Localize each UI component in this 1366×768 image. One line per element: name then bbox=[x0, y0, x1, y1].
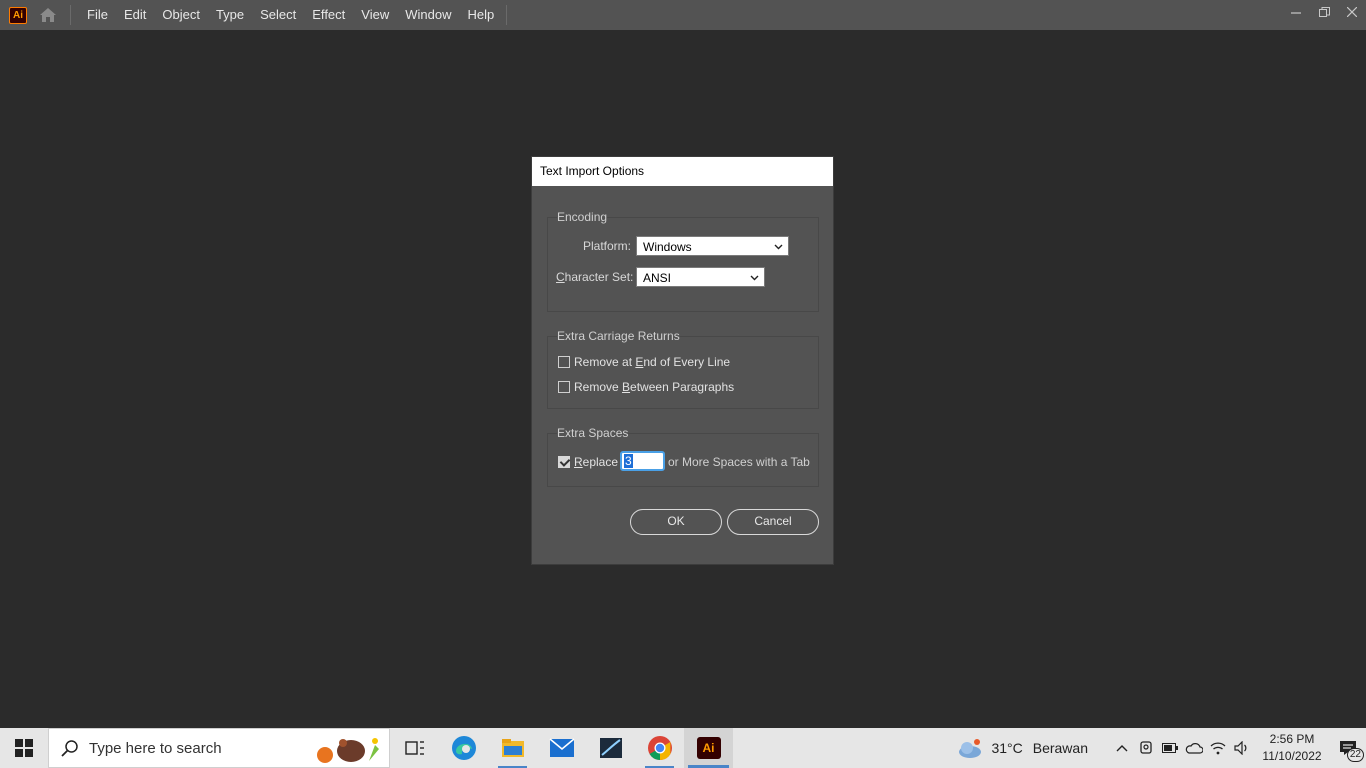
remove-between-paragraphs-checkbox[interactable] bbox=[558, 381, 570, 393]
search-placeholder: Type here to search bbox=[89, 739, 222, 757]
chevron-up-icon[interactable] bbox=[1110, 728, 1134, 768]
spaces-suffix-label: or More Spaces with a Tab bbox=[668, 455, 810, 469]
edge-browser-icon[interactable] bbox=[439, 728, 488, 768]
extra-spaces-group-label: Extra Spaces bbox=[557, 426, 629, 440]
system-tray: 31°C Berawan 2:56 PM 11/10/2022 22 bbox=[957, 728, 1366, 768]
illustrator-logo: Ai bbox=[696, 737, 721, 759]
file-explorer-icon[interactable] bbox=[488, 728, 537, 768]
notification-badge: 22 bbox=[1346, 748, 1364, 762]
chrome-icon[interactable] bbox=[635, 728, 684, 768]
ok-button[interactable]: OK bbox=[630, 509, 722, 535]
carriage-returns-group bbox=[547, 336, 819, 409]
windows-start-icon[interactable] bbox=[0, 728, 48, 768]
taskbar-search-box[interactable]: Type here to search bbox=[48, 728, 390, 768]
encoding-group bbox=[547, 217, 819, 312]
chevron-down-icon bbox=[750, 268, 759, 295]
replace-checkbox[interactable] bbox=[558, 456, 570, 468]
meet-now-icon[interactable] bbox=[1134, 728, 1158, 768]
system-clock[interactable]: 2:56 PM 11/10/2022 bbox=[1260, 731, 1324, 765]
search-highlight-icon bbox=[313, 735, 383, 765]
home-icon[interactable] bbox=[37, 4, 59, 26]
divider bbox=[70, 5, 71, 25]
menu-select[interactable]: Select bbox=[252, 0, 304, 30]
weather-description: Berawan bbox=[1032, 740, 1088, 756]
menu-object[interactable]: Object bbox=[154, 0, 208, 30]
character-set-label: Character Set: bbox=[556, 270, 634, 284]
mail-icon[interactable] bbox=[537, 728, 586, 768]
menu-view[interactable]: View bbox=[353, 0, 397, 30]
menu-edit[interactable]: Edit bbox=[116, 0, 154, 30]
dialog-title: Text Import Options bbox=[532, 157, 833, 186]
remove-end-of-line-label[interactable]: Remove at End of Every Line bbox=[574, 355, 730, 369]
close-icon[interactable] bbox=[1338, 0, 1366, 24]
menu-file[interactable]: File bbox=[79, 0, 116, 30]
spaces-count-input[interactable]: 3 bbox=[620, 451, 665, 471]
app-menu-bar: Ai File Edit Object Type Select Effect V… bbox=[0, 0, 1366, 30]
carriage-returns-group-label: Extra Carriage Returns bbox=[557, 329, 680, 343]
remove-between-paragraphs-label[interactable]: Remove Between Paragraphs bbox=[574, 380, 734, 394]
cloud-icon bbox=[957, 737, 985, 759]
weather-temperature: 31°C bbox=[991, 740, 1023, 756]
menu-type[interactable]: Type bbox=[208, 0, 252, 30]
clock-date: 11/10/2022 bbox=[1262, 749, 1322, 763]
text-import-options-dialog: Text Import Options Encoding Platform: W… bbox=[531, 156, 834, 565]
media-app-icon[interactable] bbox=[586, 728, 635, 768]
illustrator-taskbar-icon[interactable]: Ai bbox=[684, 728, 733, 768]
cancel-button[interactable]: Cancel bbox=[727, 509, 819, 535]
character-set-value: ANSI bbox=[643, 271, 672, 285]
weather-widget[interactable]: 31°C Berawan bbox=[957, 737, 1088, 759]
character-set-select[interactable]: ANSI bbox=[636, 267, 765, 287]
wifi-icon[interactable] bbox=[1206, 728, 1230, 768]
minimize-icon[interactable] bbox=[1282, 0, 1310, 24]
clock-time: 2:56 PM bbox=[1269, 732, 1315, 746]
platform-value: Windows bbox=[643, 240, 692, 254]
battery-icon[interactable] bbox=[1158, 728, 1182, 768]
windows-taskbar: Type here to search Ai 31°C Berawan 2:56… bbox=[0, 728, 1366, 768]
menu-effect[interactable]: Effect bbox=[304, 0, 353, 30]
replace-label[interactable]: Replace bbox=[574, 455, 618, 469]
volume-icon[interactable] bbox=[1230, 728, 1254, 768]
chevron-down-icon bbox=[774, 237, 783, 264]
window-controls bbox=[1282, 0, 1366, 30]
menu-help[interactable]: Help bbox=[459, 0, 502, 30]
search-icon bbox=[61, 739, 79, 757]
platform-select[interactable]: Windows bbox=[636, 236, 789, 256]
notification-icon[interactable]: 22 bbox=[1330, 728, 1366, 768]
task-view-icon[interactable] bbox=[390, 728, 439, 768]
menu-window[interactable]: Window bbox=[397, 0, 459, 30]
main-menu: File Edit Object Type Select Effect View… bbox=[79, 0, 502, 30]
illustrator-logo: Ai bbox=[9, 6, 27, 24]
onedrive-icon[interactable] bbox=[1182, 728, 1206, 768]
remove-end-of-line-checkbox[interactable] bbox=[558, 356, 570, 368]
encoding-group-label: Encoding bbox=[557, 210, 608, 224]
divider bbox=[506, 5, 508, 25]
restore-icon[interactable] bbox=[1310, 0, 1338, 24]
platform-label: Platform: bbox=[583, 239, 632, 253]
